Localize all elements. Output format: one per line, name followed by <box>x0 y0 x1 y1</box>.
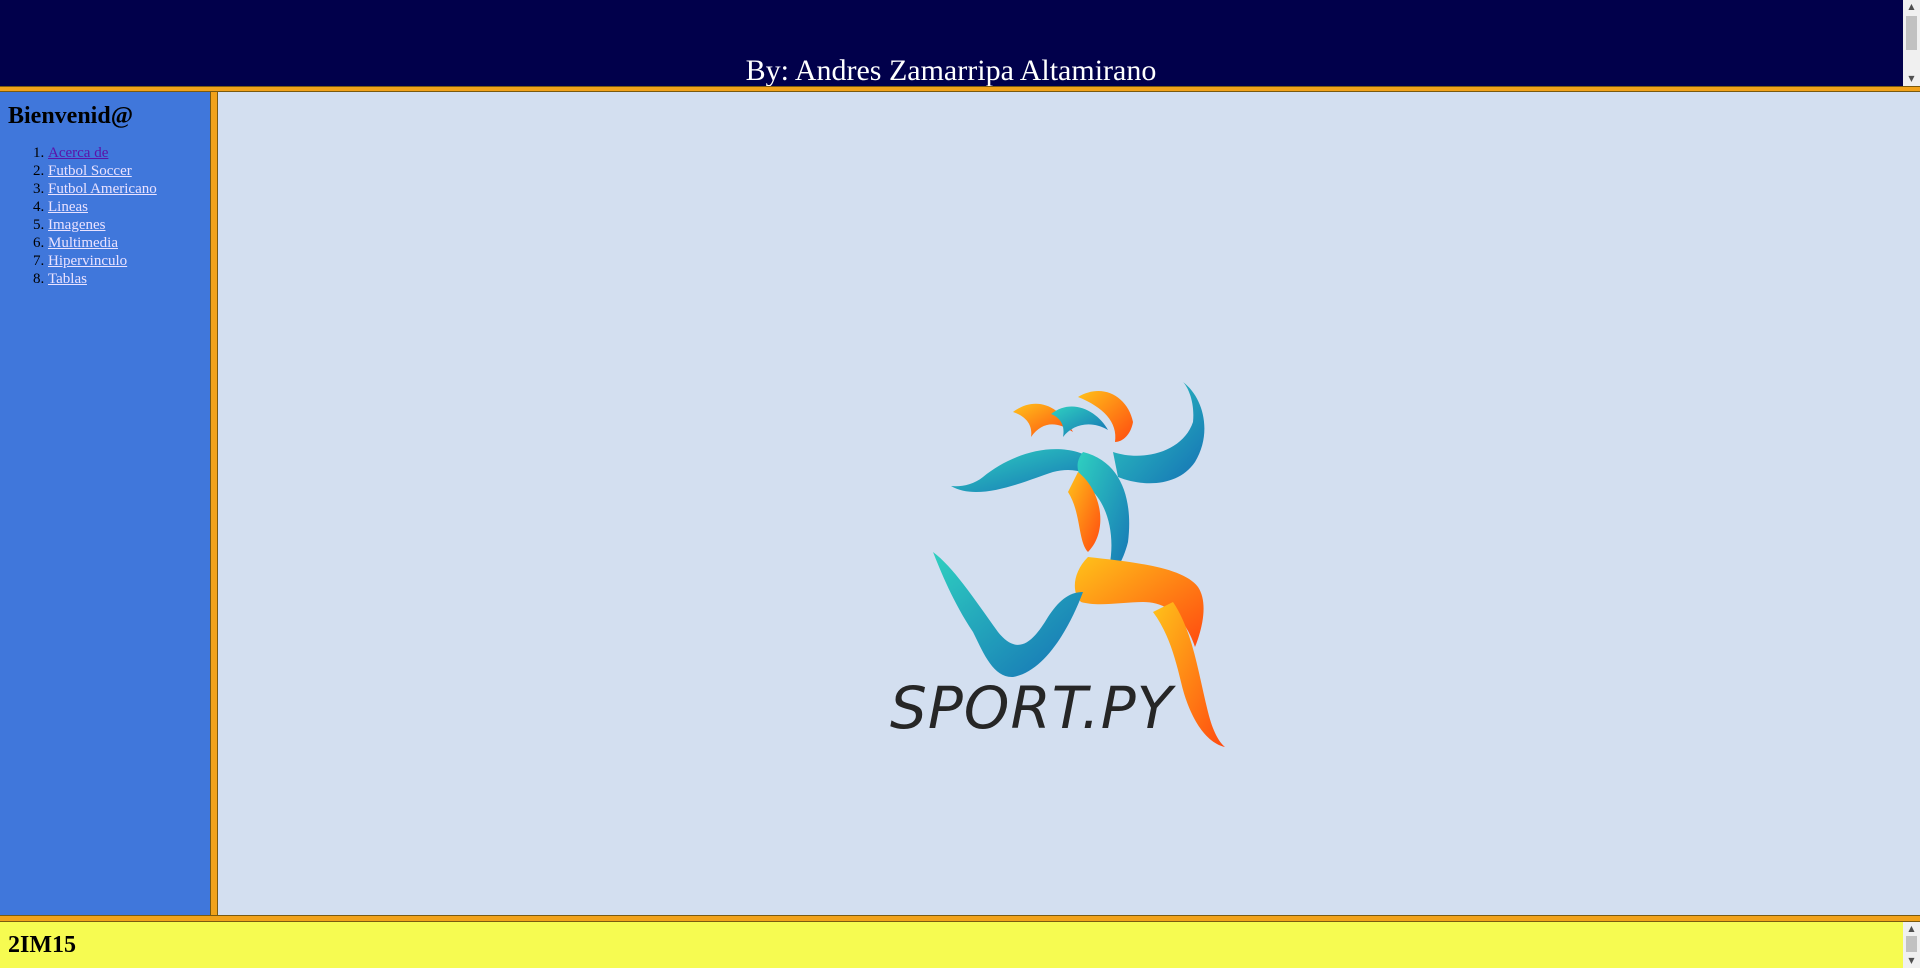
nav-item: Tablas <box>48 270 202 288</box>
nav-item: Futbol Soccer <box>48 162 202 180</box>
header-scrollbar[interactable]: ▲ ▼ <box>1903 0 1920 86</box>
nav-link-futbol-americano[interactable]: Futbol Americano <box>48 181 157 197</box>
nav-item: Lineas <box>48 198 202 216</box>
nav-item: Imagenes <box>48 216 202 234</box>
nav-link-hipervinculo[interactable]: Hipervinculo <box>48 253 127 269</box>
scrollbar-thumb[interactable] <box>1906 16 1917 50</box>
scroll-down-icon[interactable]: ▼ <box>1903 954 1920 968</box>
footer-scrollbar[interactable]: ▲ ▼ <box>1903 922 1920 968</box>
nav-link-lineas[interactable]: Lineas <box>48 199 88 215</box>
scrollbar-thumb[interactable] <box>1906 936 1917 952</box>
scroll-up-icon[interactable]: ▲ <box>1903 922 1920 936</box>
nav-link-acerca-de[interactable]: Acerca de <box>48 145 108 161</box>
sidebar-heading: Bienvenid@ <box>8 103 134 129</box>
nav-item: Multimedia <box>48 234 202 252</box>
runner-logo-icon <box>933 382 1225 747</box>
header-frame: By: Andres Zamarripa Altamirano ▲ ▼ <box>0 0 1920 87</box>
logo-wordmark: SPORT.PY <box>890 674 1174 742</box>
scroll-down-icon[interactable]: ▼ <box>1903 72 1920 86</box>
nav-item: Hipervinculo <box>48 252 202 270</box>
main-frame: SPORT.PY <box>218 92 1920 915</box>
frame-divider-bottom[interactable] <box>0 915 1920 922</box>
scroll-up-icon[interactable]: ▲ <box>1903 0 1920 14</box>
nav-link-imagenes[interactable]: Imagenes <box>48 217 105 233</box>
nav-link-futbol-soccer[interactable]: Futbol Soccer <box>48 163 132 179</box>
nav-list: Acerca de Futbol Soccer Futbol Americano… <box>8 144 202 288</box>
footer-frame: 2IM15 ▲ ▼ <box>0 922 1920 968</box>
footer-heading: 2IM15 <box>8 932 76 958</box>
nav-item: Futbol Americano <box>48 180 202 198</box>
nav-link-tablas[interactable]: Tablas <box>48 271 87 287</box>
nav-link-multimedia[interactable]: Multimedia <box>48 235 118 251</box>
sidebar-frame: Bienvenid@ Acerca de Futbol Soccer Futbo… <box>0 92 210 915</box>
nav-item: Acerca de <box>48 144 202 162</box>
frame-divider-vertical[interactable] <box>210 92 218 915</box>
